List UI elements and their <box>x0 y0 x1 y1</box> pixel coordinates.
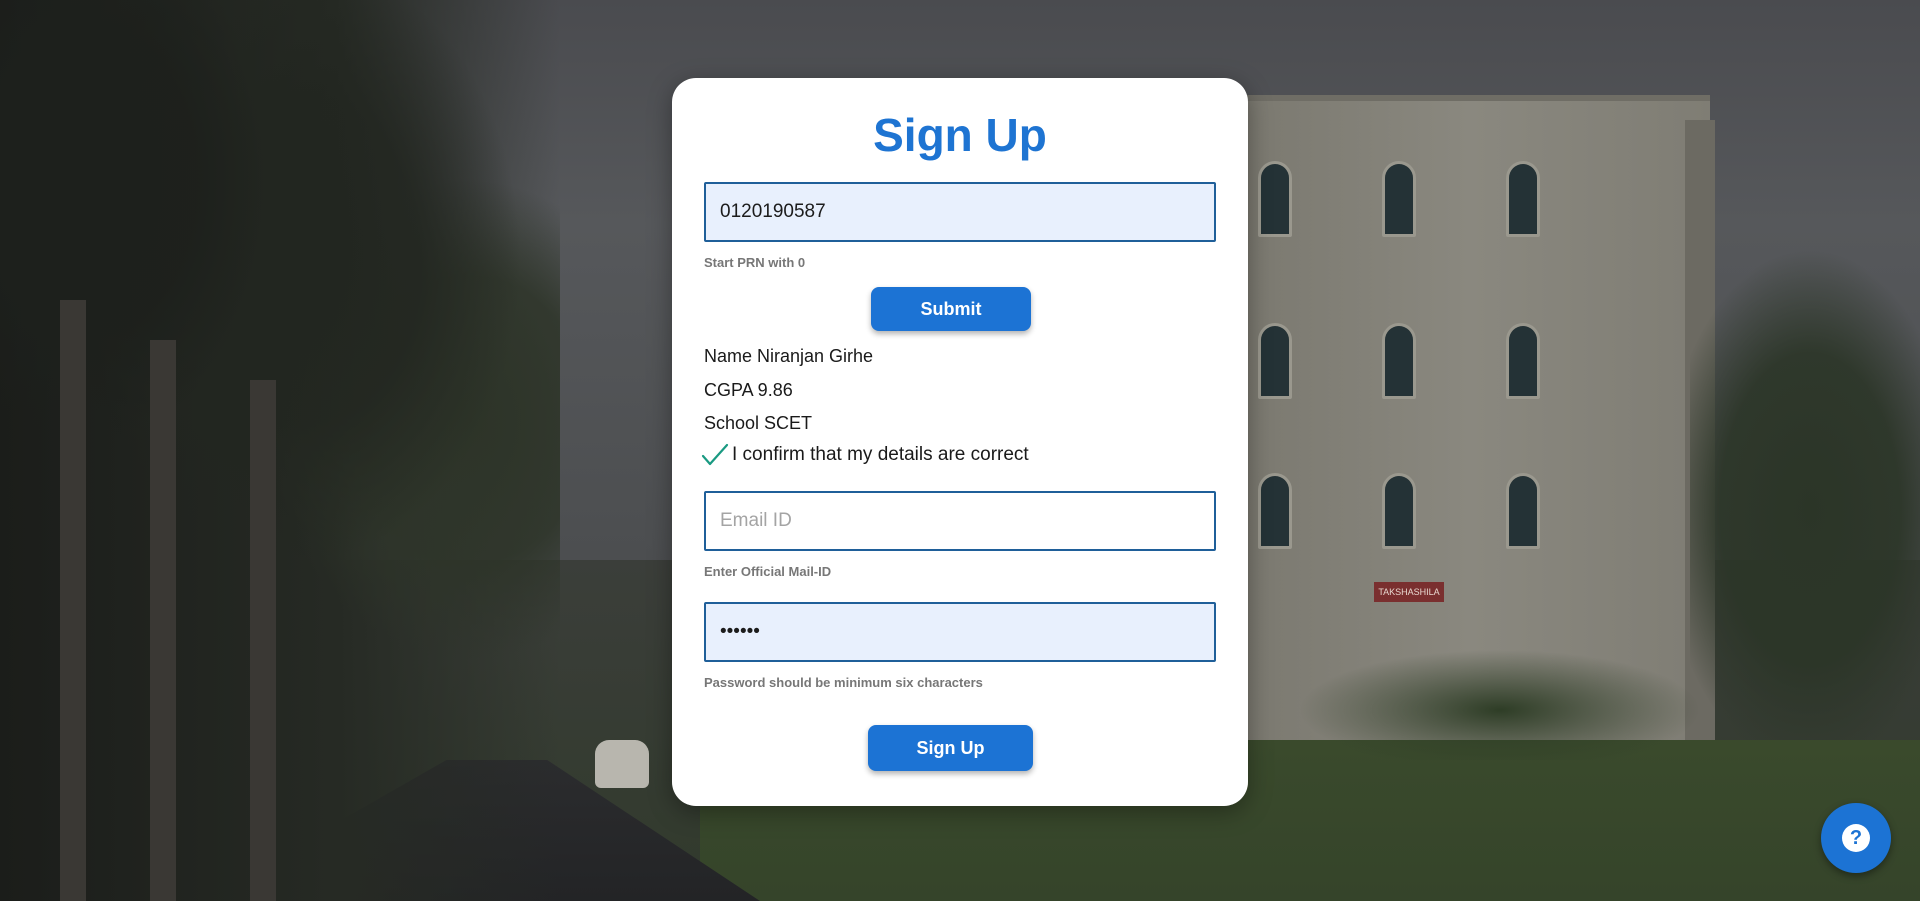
submit-button[interactable]: Submit <box>871 287 1031 331</box>
prn-input[interactable]: 0120190587 <box>704 182 1216 242</box>
password-input[interactable]: •••••• <box>704 602 1216 662</box>
prn-helper-text: Start PRN with 0 <box>704 255 806 270</box>
building-sign: TAKSHASHILA <box>1374 582 1444 602</box>
background-trees-right <box>1690 250 1920 770</box>
email-placeholder: Email ID <box>720 510 792 531</box>
help-icon: ? <box>1842 824 1870 852</box>
email-helper-text: Enter Official Mail-ID <box>704 564 832 579</box>
confirm-label: I confirm that my details are correct <box>732 444 1029 465</box>
page-title: Sign Up <box>873 109 1047 161</box>
palm-trunk <box>250 380 276 901</box>
student-cgpa: CGPA 9.86 <box>704 380 793 400</box>
building-window <box>1506 161 1540 237</box>
building-window <box>1506 323 1540 399</box>
building-window <box>1258 473 1292 549</box>
building-window <box>1258 323 1292 399</box>
background-building <box>1230 95 1710 745</box>
student-name: Name Niranjan Girhe <box>704 346 874 366</box>
palm-trunk <box>150 340 176 901</box>
building-window <box>1382 161 1416 237</box>
password-helper-text: Password should be minimum six character… <box>704 675 983 690</box>
confirm-checkbox[interactable]: I confirm that my details are correct <box>700 442 1029 468</box>
email-input[interactable]: Email ID <box>704 491 1216 551</box>
palm-trunk <box>60 300 86 901</box>
signup-button[interactable]: Sign Up <box>868 725 1033 771</box>
background-bushes <box>1300 650 1720 760</box>
building-window <box>1258 161 1292 237</box>
checkmark-icon <box>701 443 729 466</box>
password-input-value: •••••• <box>720 621 760 642</box>
prn-input-value: 0120190587 <box>720 201 826 222</box>
building-window <box>1382 323 1416 399</box>
building-window <box>1506 473 1540 549</box>
background-car <box>595 740 649 788</box>
page: TAKSHASHILA Sign Up 0120190587 Start PRN… <box>0 0 1920 901</box>
signup-card: Sign Up 0120190587 Start PRN with 0 Subm… <box>672 78 1248 806</box>
building-window <box>1382 473 1416 549</box>
help-button[interactable]: ? <box>1821 803 1891 873</box>
student-school: School SCET <box>704 413 813 433</box>
